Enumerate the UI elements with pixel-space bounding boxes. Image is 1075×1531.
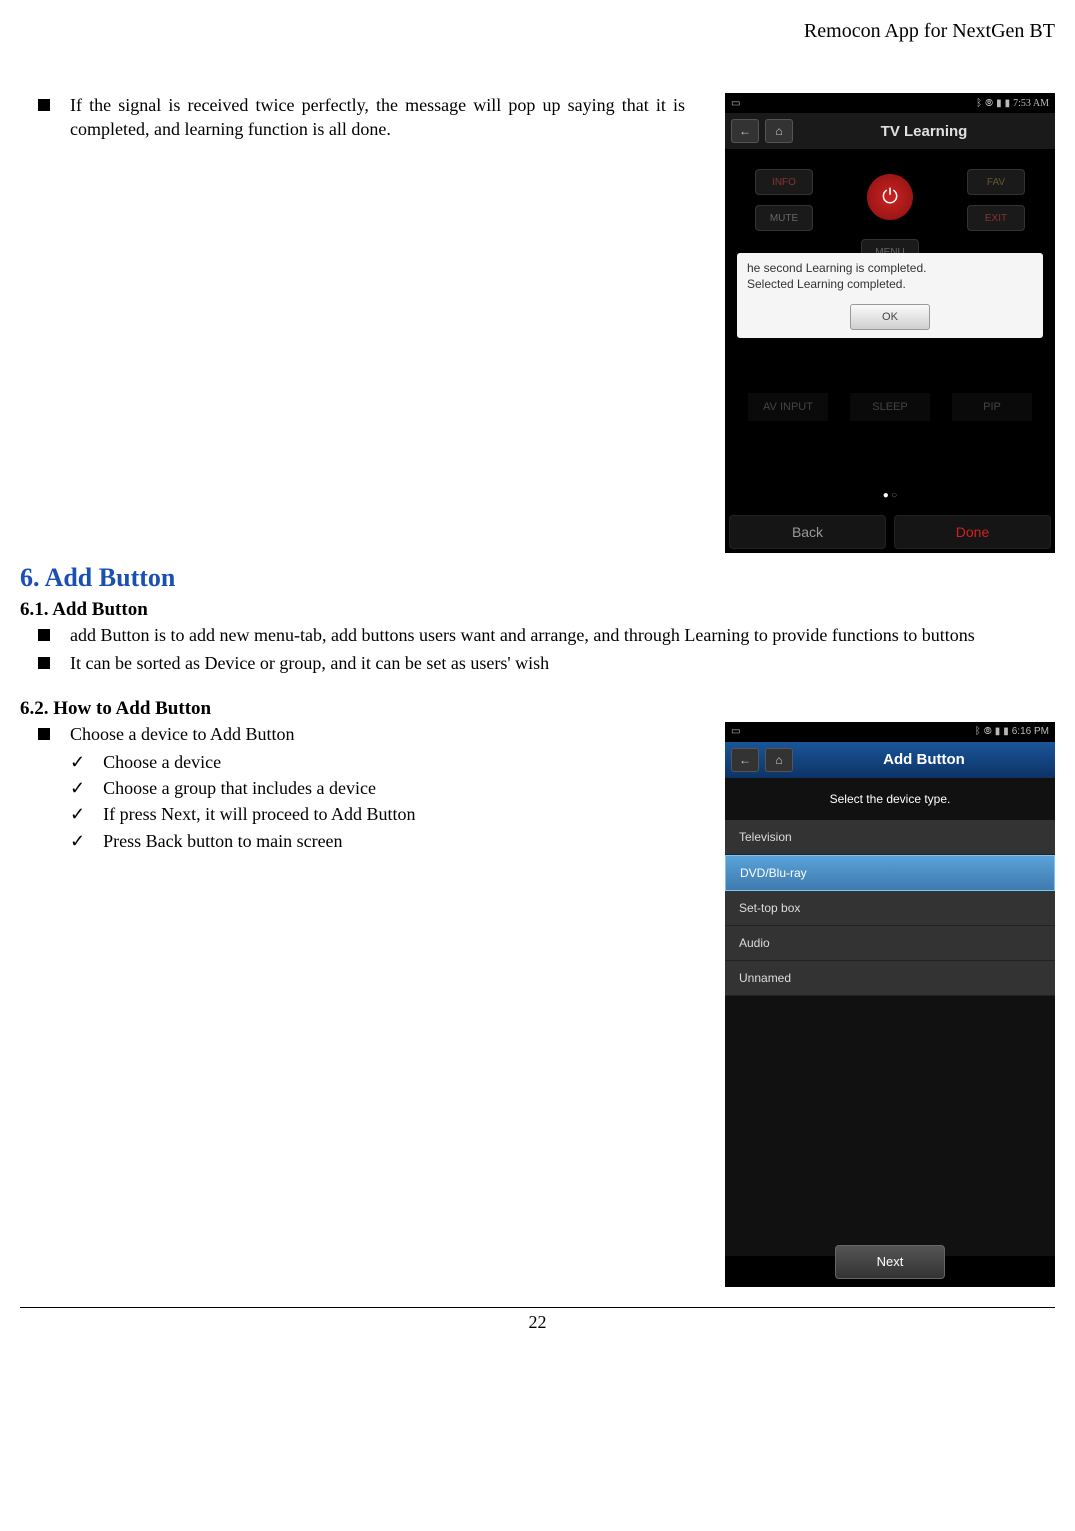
screen-title: TV Learning (799, 123, 1049, 140)
check-item: ✓ Choose a group that includes a device (20, 776, 685, 800)
ok-button[interactable]: OK (850, 304, 930, 330)
sleep-button[interactable]: SLEEP (850, 393, 930, 421)
bullet-text: Choose a device to Add Button (70, 722, 685, 746)
status-bar: ▭ ᛒ ⦾ ▮ ▮ 7:53 AM (725, 93, 1055, 113)
tv-learning-screenshot: ▭ ᛒ ⦾ ▮ ▮ 7:53 AM ← ⌂ TV Learning INFO F… (725, 93, 1055, 553)
bullet-text: It can be sorted as Device or group, and… (70, 651, 1055, 675)
power-button[interactable]: ⏻ (867, 174, 913, 220)
subsection-6-1-title: 6.1. Add Button (20, 599, 1055, 621)
screen-title: Add Button (799, 751, 1049, 768)
subsection-6-2-title: 6.2. How to Add Button (20, 698, 1055, 720)
device-option-audio[interactable]: Audio (725, 926, 1055, 961)
section-6: 6. Add Button 6.1. Add Button add Button… (20, 563, 1055, 1287)
device-option-unnamed[interactable]: Unnamed (725, 961, 1055, 996)
check-item: ✓ Choose a device (20, 750, 685, 774)
dialog-message: he second Learning is completed. Selecte… (747, 261, 1033, 292)
header-title: Remocon App for NextGen BT (804, 20, 1055, 42)
nav-bar: ← ⌂ TV Learning (725, 113, 1055, 149)
check-text: Press Back button to main screen (103, 829, 342, 853)
home-icon: ▭ (731, 98, 740, 109)
info-button[interactable]: INFO (755, 169, 813, 195)
home-button-icon[interactable]: ⌂ (765, 119, 793, 143)
device-type-list: Television DVD/Blu-ray Set-top box Audio… (725, 820, 1055, 996)
back-arrow-icon[interactable]: ← (731, 119, 759, 143)
completion-dialog: he second Learning is completed. Selecte… (737, 253, 1043, 338)
intro-bullet: If the signal is received twice perfectl… (20, 93, 685, 142)
list-item: It can be sorted as Device or group, and… (20, 651, 1055, 675)
done-button[interactable]: Done (894, 515, 1051, 549)
bullet-icon (38, 99, 50, 111)
mute-button[interactable]: MUTE (755, 205, 813, 231)
bluetooth-icon: ᛒ (975, 726, 981, 737)
page-number: 22 (529, 1312, 547, 1332)
page-footer: 22 (20, 1307, 1055, 1333)
battery-icon: ▮ (1003, 726, 1009, 737)
wifi-icon: ⦾ (984, 726, 992, 737)
pip-button[interactable]: PIP (952, 393, 1032, 421)
device-option-dvd[interactable]: DVD/Blu-ray (725, 855, 1055, 891)
check-icon: ✓ (70, 776, 85, 800)
bullet-icon (38, 657, 50, 669)
document-header: Remocon App for NextGen BT (20, 20, 1055, 43)
footer-buttons: Back Done (725, 511, 1055, 553)
check-icon: ✓ (70, 750, 85, 774)
check-text: If press Next, it will proceed to Add Bu… (103, 802, 415, 826)
nav-bar: ← ⌂ Add Button (725, 742, 1055, 778)
status-time: 7:53 AM (1013, 98, 1049, 109)
status-bar: ▭ ᛒ ⦾ ▮ ▮ 6:16 PM (725, 722, 1055, 742)
section-title: 6. Add Button (20, 563, 1055, 593)
bullet-text: add Button is to add new menu-tab, add b… (70, 623, 1055, 647)
list-item: Choose a device to Add Button (20, 722, 685, 746)
check-icon: ✓ (70, 829, 85, 853)
bullet-icon (38, 629, 50, 641)
check-text: Choose a group that includes a device (103, 776, 376, 800)
check-item: ✓ If press Next, it will proceed to Add … (20, 802, 685, 826)
check-item: ✓ Press Back button to main screen (20, 829, 685, 853)
page-indicator: ● ○ (725, 490, 1055, 501)
av-input-button[interactable]: AV INPUT (748, 393, 828, 421)
power-icon: ⏻ (882, 186, 898, 209)
empty-area (725, 996, 1055, 1256)
device-option-television[interactable]: Television (725, 820, 1055, 855)
list-item: add Button is to add new menu-tab, add b… (20, 623, 1055, 647)
back-arrow-icon[interactable]: ← (731, 748, 759, 772)
signal-icon: ▮ (995, 726, 1001, 737)
check-icon: ✓ (70, 802, 85, 826)
bluetooth-icon: ᛒ (976, 98, 982, 109)
back-button[interactable]: Back (729, 515, 886, 549)
wifi-icon: ⦾ (985, 98, 993, 109)
exit-button[interactable]: EXIT (967, 205, 1025, 231)
bullet-icon (38, 728, 50, 740)
next-button[interactable]: Next (835, 1245, 945, 1279)
status-time: 6:16 PM (1012, 726, 1049, 737)
instruction-text: Select the device type. (725, 778, 1055, 820)
signal-icon: ▮ (996, 98, 1002, 109)
check-text: Choose a device (103, 750, 221, 774)
battery-icon: ▮ (1005, 98, 1011, 109)
device-option-settop[interactable]: Set-top box (725, 891, 1055, 926)
add-button-screenshot: ▭ ᛒ ⦾ ▮ ▮ 6:16 PM ← ⌂ Add Button Select … (725, 722, 1055, 1287)
bottom-button-row: AV INPUT SLEEP PIP (725, 393, 1055, 421)
home-icon: ▭ (731, 726, 740, 737)
fav-button[interactable]: FAV (967, 169, 1025, 195)
intro-text: If the signal is received twice perfectl… (70, 93, 685, 142)
intro-row: If the signal is received twice perfectl… (20, 93, 1055, 553)
home-button-icon[interactable]: ⌂ (765, 748, 793, 772)
sub2-row: Choose a device to Add Button ✓ Choose a… (20, 722, 1055, 1287)
